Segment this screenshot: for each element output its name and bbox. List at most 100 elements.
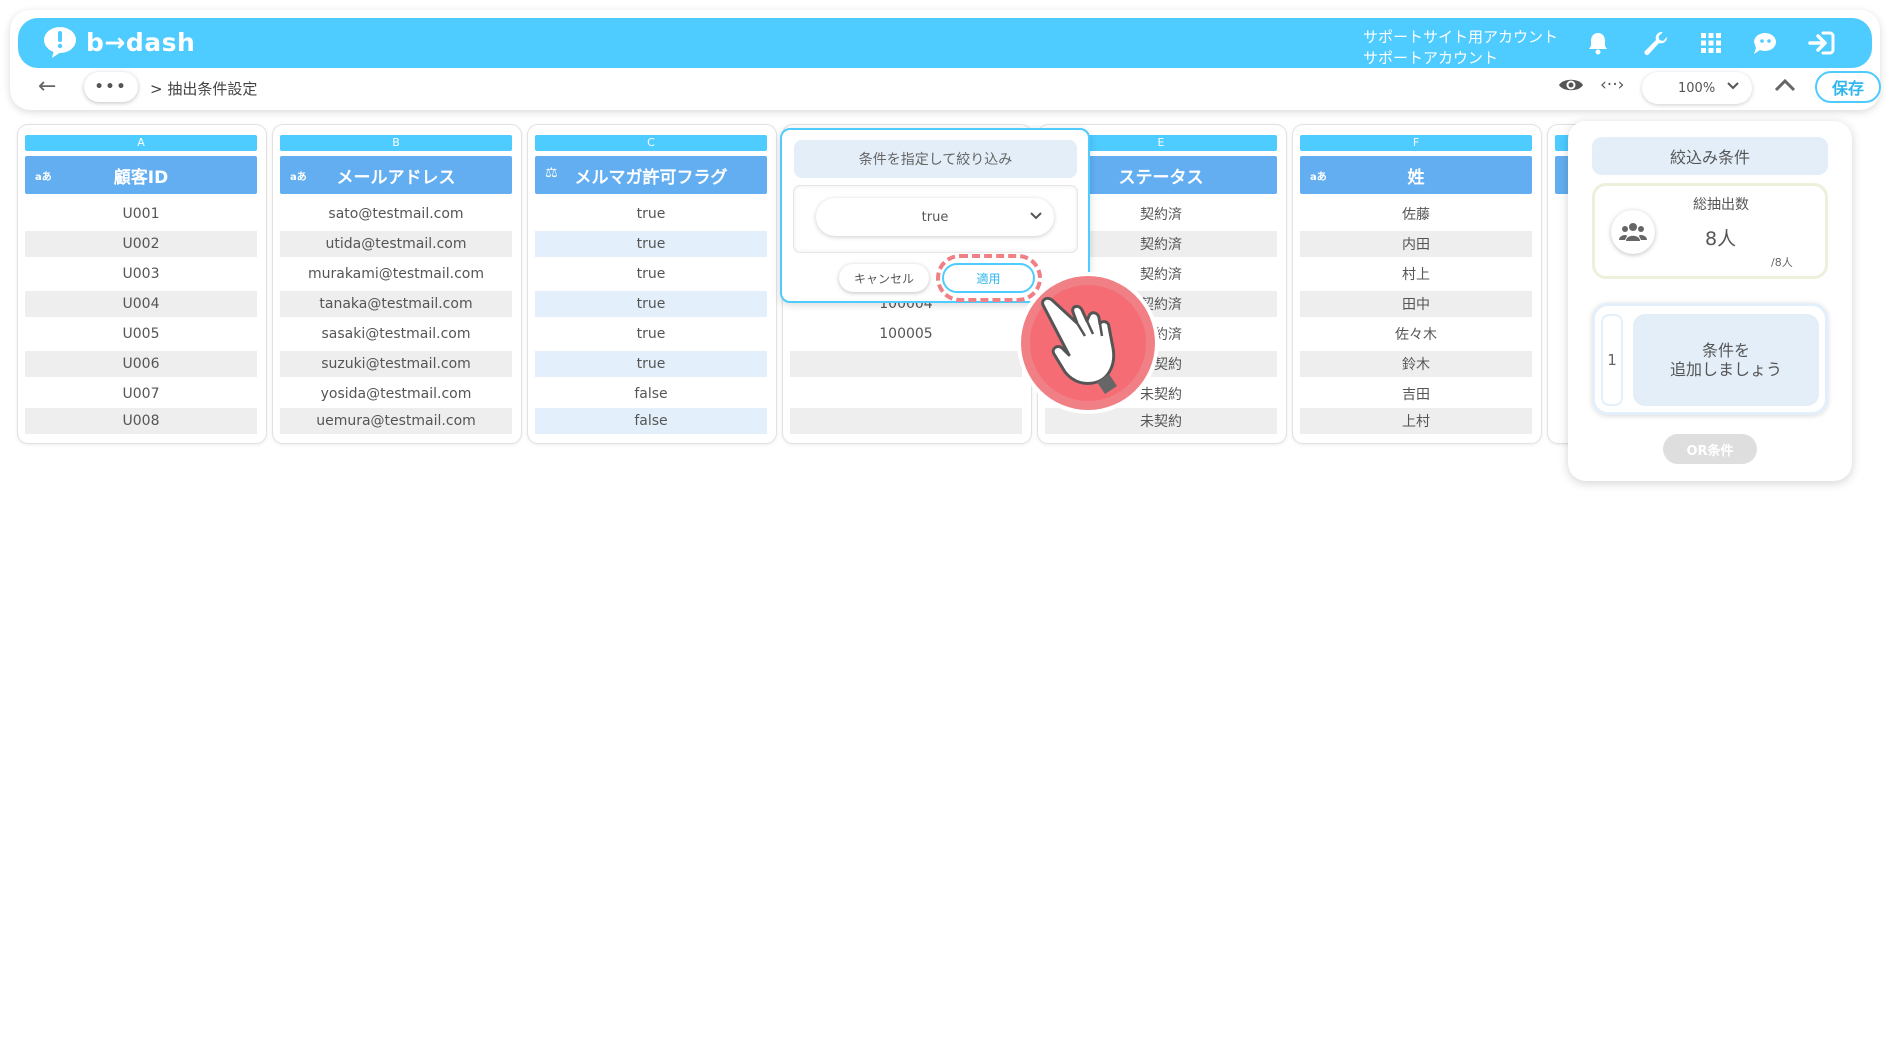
table-cell: 吉田 bbox=[1402, 387, 1430, 403]
breadcrumb: > 抽出条件設定 bbox=[150, 80, 258, 98]
table-cell: U002 bbox=[25, 231, 257, 257]
column-letter[interactable]: F bbox=[1300, 135, 1532, 151]
table-cell: U004 bbox=[25, 291, 257, 317]
table-cell: sasaki@testmail.com bbox=[321, 326, 471, 342]
filter-selected-value: true bbox=[921, 209, 949, 225]
text-type-icon: aあ bbox=[1310, 172, 1327, 183]
logo[interactable]: b→dash bbox=[42, 24, 195, 60]
column-header[interactable]: aあ 顧客ID bbox=[25, 156, 257, 194]
column-letter[interactable]: B bbox=[280, 135, 512, 151]
column-f: F aあ 姓 佐藤 内田 村上 田中 佐々木 鈴木 吉田 上村 bbox=[1293, 125, 1541, 443]
table-cell: true bbox=[535, 231, 767, 257]
column-letter[interactable]: A bbox=[25, 135, 257, 151]
column-header-label: 姓 bbox=[1407, 167, 1425, 188]
column-header-label: メールアドレス bbox=[336, 167, 456, 188]
column-header[interactable]: aあ メールアドレス bbox=[280, 156, 512, 194]
table-cell: 鈴木 bbox=[1300, 351, 1532, 377]
table-cell: U008 bbox=[25, 408, 257, 434]
column-letter[interactable]: C bbox=[535, 135, 767, 151]
top-bar: b→dash サポートサイト用アカウント サポートアカウント bbox=[18, 18, 1872, 68]
chevron-down-icon bbox=[1028, 208, 1044, 228]
table-cell bbox=[790, 408, 1022, 434]
table-cell bbox=[790, 351, 1022, 377]
add-condition-button[interactable]: 条件を 追加しましょう bbox=[1633, 314, 1819, 406]
text-type-icon: aあ bbox=[290, 172, 307, 183]
table-cell: yosida@testmail.com bbox=[320, 386, 472, 402]
table-cell: 100005 bbox=[879, 326, 933, 342]
column-header[interactable]: aあ 姓 bbox=[1300, 156, 1532, 194]
column-header-label: 顧客ID bbox=[113, 167, 169, 188]
back-arrow-icon[interactable]: ← bbox=[38, 74, 56, 99]
filter-value-area: true bbox=[794, 186, 1077, 252]
account-info[interactable]: サポートサイト用アカウント サポートアカウント bbox=[1363, 27, 1558, 69]
table-cell: 内田 bbox=[1300, 231, 1532, 257]
count-label: 総抽出数 bbox=[1693, 197, 1749, 213]
column-a: A aあ 顧客ID U001 U002 U003 U004 U005 U006 … bbox=[18, 125, 266, 443]
table-cell: U007 bbox=[122, 386, 160, 402]
filter-conditions-panel: 絞込み条件 総抽出数 8人 /8人 1 条件を 追加しましょう OR条件 bbox=[1568, 121, 1852, 481]
logo-icon bbox=[42, 24, 78, 60]
total-count-card: 総抽出数 8人 /8人 bbox=[1592, 183, 1828, 279]
chevron-up-icon[interactable] bbox=[1774, 76, 1796, 98]
count-total: /8人 bbox=[1771, 256, 1793, 269]
column-header[interactable]: ⚖ メルマガ許可フラグ bbox=[535, 156, 767, 194]
logout-icon[interactable] bbox=[1804, 28, 1838, 58]
table-cell: suzuki@testmail.com bbox=[280, 351, 512, 377]
table-cell bbox=[790, 381, 1022, 407]
column-b: B aあ メールアドレス sato@testmail.com utida@tes… bbox=[273, 125, 521, 443]
table-cell: U003 bbox=[122, 266, 160, 282]
chat-support-icon[interactable] bbox=[1748, 28, 1782, 58]
table-cell: true bbox=[636, 266, 666, 282]
scale-type-icon: ⚖ bbox=[545, 165, 558, 181]
table-cell: utida@testmail.com bbox=[280, 231, 512, 257]
condition-number: 1 bbox=[1601, 314, 1623, 406]
table-cell: U001 bbox=[122, 206, 160, 222]
table-cell: murakami@testmail.com bbox=[307, 266, 485, 282]
eye-icon[interactable] bbox=[1558, 76, 1584, 98]
table-cell: false bbox=[634, 386, 668, 402]
app-header: b→dash サポートサイト用アカウント サポートアカウント ← ••• > 抽… bbox=[10, 10, 1881, 110]
table-cell: true bbox=[636, 206, 666, 222]
sub-toolbar: ← ••• > 抽出条件設定 ‹··› 100% 保存 bbox=[10, 70, 1881, 110]
bell-icon[interactable] bbox=[1581, 28, 1615, 58]
zoom-value: 100% bbox=[1678, 80, 1716, 96]
breadcrumb-more-button[interactable]: ••• bbox=[84, 72, 138, 102]
logo-text: b→dash bbox=[86, 27, 196, 57]
users-group-icon bbox=[1611, 210, 1655, 254]
or-condition-button[interactable]: OR条件 bbox=[1663, 434, 1757, 464]
cancel-button[interactable]: キャンセル bbox=[839, 264, 929, 292]
pointer-hand-icon bbox=[1013, 268, 1163, 418]
table-cell: 村上 bbox=[1402, 267, 1430, 283]
table-cell: 上村 bbox=[1300, 408, 1532, 434]
add-condition-line-1: 条件を bbox=[1701, 341, 1750, 360]
table-cell: true bbox=[636, 326, 666, 342]
condition-card: 1 条件を 追加しましょう bbox=[1592, 303, 1828, 415]
column-header-label: メルマガ許可フラグ bbox=[574, 167, 728, 188]
account-line-2: サポートアカウント bbox=[1363, 49, 1499, 67]
table-cell: true bbox=[535, 291, 767, 317]
column-c: C ⚖ メルマガ許可フラグ true true true true true t… bbox=[528, 125, 776, 443]
table-cell: sato@testmail.com bbox=[328, 206, 464, 222]
table-cell: 佐々木 bbox=[1395, 327, 1437, 343]
chevron-down-icon bbox=[1726, 79, 1740, 97]
text-type-icon: aあ bbox=[35, 172, 52, 183]
count-value: 8人 bbox=[1705, 228, 1737, 250]
table-cell: 田中 bbox=[1300, 291, 1532, 317]
apps-grid-icon[interactable] bbox=[1694, 28, 1728, 58]
table-cell: tanaka@testmail.com bbox=[280, 291, 512, 317]
panel-title: 絞込み条件 bbox=[1592, 137, 1828, 175]
account-line-1: サポートサイト用アカウント bbox=[1363, 28, 1559, 46]
table-cell: true bbox=[535, 351, 767, 377]
table-cell: 佐藤 bbox=[1402, 207, 1430, 223]
popup-title: 条件を指定して絞り込み bbox=[794, 140, 1077, 178]
table-cell: false bbox=[535, 408, 767, 434]
save-button[interactable]: 保存 bbox=[1815, 71, 1881, 103]
table-cell: U005 bbox=[122, 326, 160, 342]
add-condition-line-2: 追加しましょう bbox=[1669, 360, 1782, 379]
code-view-icon[interactable]: ‹··› bbox=[1600, 75, 1624, 95]
table-cell: uemura@testmail.com bbox=[280, 408, 512, 434]
wrench-icon[interactable] bbox=[1638, 28, 1672, 58]
filter-value-select[interactable]: true bbox=[816, 198, 1054, 236]
zoom-select[interactable]: 100% bbox=[1642, 72, 1752, 104]
table-cell: U006 bbox=[25, 351, 257, 377]
